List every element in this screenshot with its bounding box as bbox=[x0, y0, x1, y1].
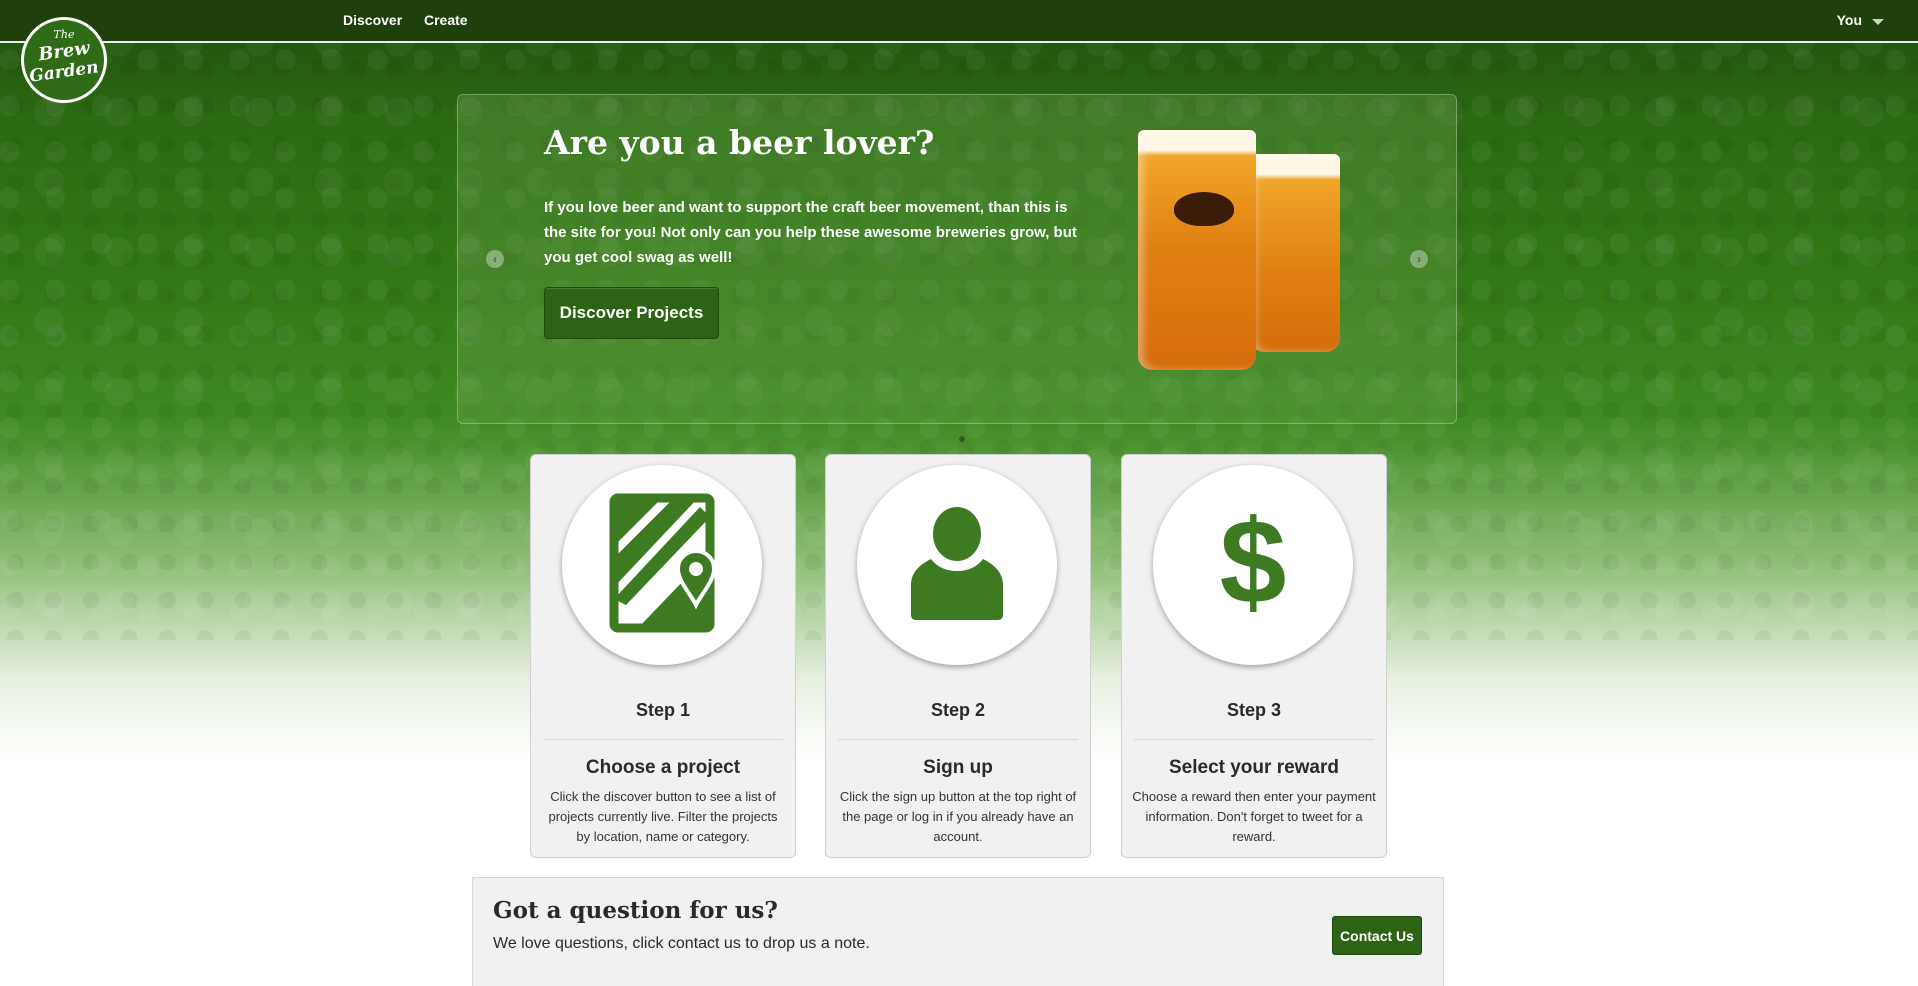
carousel-indicator[interactable] bbox=[959, 436, 965, 442]
beer-glass-large bbox=[1138, 130, 1256, 370]
hero-description: If you love beer and want to support the… bbox=[544, 199, 1077, 266]
map-icon bbox=[609, 493, 717, 633]
step-2-icon-circle bbox=[857, 465, 1057, 665]
chevron-down-icon[interactable] bbox=[1872, 19, 1884, 25]
carousel-prev-icon[interactable]: ‹ bbox=[486, 250, 504, 268]
step-1-icon-circle bbox=[562, 465, 762, 665]
carousel-next-icon[interactable]: › bbox=[1410, 250, 1428, 268]
divider bbox=[543, 739, 783, 740]
user-menu-link[interactable]: You bbox=[1837, 12, 1862, 28]
step-3-title: Step 3 bbox=[1226, 700, 1282, 720]
step-3-heading: Select your reward bbox=[1168, 757, 1340, 778]
nav-create-link[interactable]: Create bbox=[424, 12, 468, 28]
brand-logo[interactable]: The Brew Garden bbox=[21, 17, 107, 103]
step-2-title: Step 2 bbox=[930, 700, 986, 720]
hero-title: Are you a beer lover? bbox=[544, 123, 935, 162]
divider bbox=[1134, 739, 1374, 740]
step-1-title: Step 1 bbox=[635, 700, 691, 720]
step-3-description: Choose a reward then enter your payment … bbox=[1132, 789, 1376, 844]
step-1-description: Click the discover button to see a list … bbox=[548, 789, 778, 844]
discover-projects-button[interactable]: Discover Projects bbox=[544, 287, 719, 339]
step-card-2: Step 2 Sign up Click the sign up button … bbox=[825, 454, 1091, 858]
contact-us-button[interactable]: Contact Us bbox=[1332, 916, 1422, 955]
contact-section-title: Got a question for us? bbox=[493, 897, 778, 924]
step-2-description: Click the sign up button at the top righ… bbox=[839, 789, 1077, 844]
divider bbox=[838, 739, 1078, 740]
beer-glass-small bbox=[1250, 154, 1340, 352]
step-1-heading: Choose a project bbox=[585, 757, 741, 778]
step-card-3: $ Step 3 Select your reward Choose a rew… bbox=[1121, 454, 1387, 858]
contact-section-text: We love questions, click contact us to d… bbox=[493, 935, 870, 952]
top-navbar: Discover Create You bbox=[0, 0, 1918, 43]
user-icon bbox=[911, 507, 1003, 620]
step-2-heading: Sign up bbox=[923, 757, 993, 778]
step-3-icon-circle: $ bbox=[1153, 465, 1353, 665]
svg-text:$: $ bbox=[1220, 495, 1287, 629]
dollar-icon: $ bbox=[1220, 495, 1287, 629]
beer-glasses-image bbox=[1138, 130, 1348, 385]
nav-discover-link[interactable]: Discover bbox=[343, 12, 402, 28]
step-card-1: Step 1 Choose a project Click the discov… bbox=[530, 454, 796, 858]
hero-carousel: ‹ Are you a beer lover? If you love beer… bbox=[457, 94, 1457, 424]
pig-logo-icon bbox=[1174, 192, 1234, 226]
contact-section: Got a question for us? We love questions… bbox=[472, 877, 1444, 986]
